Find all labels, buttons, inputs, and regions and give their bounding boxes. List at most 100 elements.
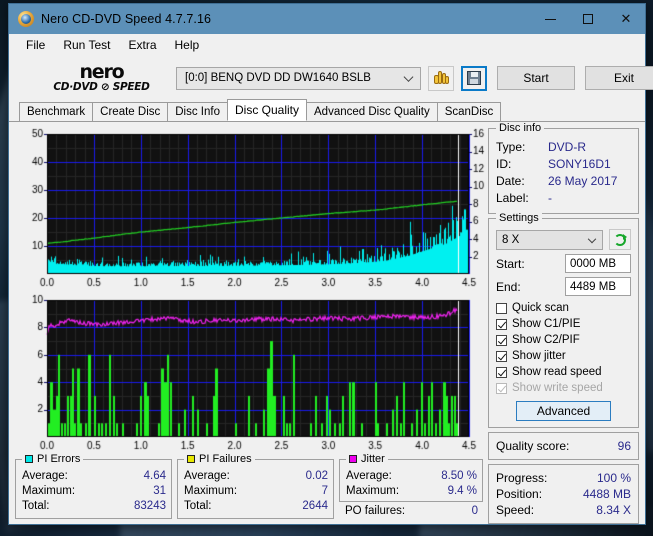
pi-errors-stats: PI Errors Average: 4.64 Maximum: 31 Tota…	[15, 453, 172, 519]
position-row: Position: 4488 MB	[496, 486, 631, 502]
checkbox-show-write-speed: Show write speed	[496, 380, 631, 396]
checkbox-label: Quick scan	[512, 302, 569, 314]
stat-row: Maximum: 7	[184, 484, 328, 499]
checkbox-show-c2-pif[interactable]: Show C2/PIF	[496, 332, 631, 348]
end-label: End:	[496, 279, 521, 294]
tab-scandisc[interactable]: ScanDisc	[436, 102, 502, 121]
quality-score-label: Quality score:	[496, 439, 570, 453]
stat-value: 7	[321, 485, 328, 497]
pi-errors-color-swatch	[25, 455, 33, 463]
start-row: Start: 0000 MB	[496, 254, 631, 273]
statistics-row: PI Errors Average: 4.64 Maximum: 31 Tota…	[15, 453, 483, 519]
stat-key: Average:	[22, 470, 68, 482]
position-label: Position:	[496, 487, 543, 501]
disc-info-key: Label:	[496, 191, 529, 205]
stat-key: Maximum:	[184, 485, 238, 497]
po-failures-row: PO failures: 0	[339, 504, 483, 519]
refresh-icon	[613, 233, 627, 247]
tab-disc-quality[interactable]: Disc Quality	[227, 99, 308, 121]
jitter-stats: Jitter Average: 8.50 % Maximum: 9.4 %	[339, 453, 483, 502]
quality-score-value: 96	[617, 439, 631, 453]
stat-row: Total: 83243	[22, 499, 166, 514]
checkbox-label: Show read speed	[512, 366, 602, 378]
jitter-color-swatch	[349, 455, 357, 463]
stat-key: Average:	[184, 470, 230, 482]
pi-failures-stats: PI Failures Average: 0.02 Maximum: 7 Tot…	[177, 453, 334, 519]
stat-value: 2644	[302, 500, 328, 512]
pi-failures-jitter-graph[interactable]	[15, 294, 495, 454]
speed-label: Speed:	[496, 503, 535, 517]
checkbox-icon	[496, 382, 507, 394]
checkbox-icon	[496, 334, 507, 346]
nero-logo: nero CD·DVD ⊘ SPEED	[17, 62, 172, 93]
graphs-column: PI Errors Average: 4.64 Maximum: 31 Tota…	[15, 128, 495, 519]
checkbox-show-jitter[interactable]: Show jitter	[496, 348, 631, 364]
pi-errors-legend-label: PI Errors	[37, 453, 81, 465]
refresh-button[interactable]	[609, 229, 631, 250]
tab-strip: Benchmark Create Disc Disc Info Disc Qua…	[9, 99, 645, 122]
maximize-icon[interactable]	[569, 4, 607, 34]
exit-button[interactable]: Exit	[585, 66, 653, 90]
stat-value: 83243	[134, 500, 166, 512]
menu-bar: File Run Test Extra Help	[9, 34, 645, 56]
drive-select[interactable]: [0:0] BENQ DVD DD DW1640 BSLB	[176, 66, 421, 90]
minimize-icon[interactable]	[531, 4, 569, 34]
window-title: Nero CD-DVD Speed 4.7.7.16	[41, 12, 212, 26]
nero-disc-icon	[18, 11, 34, 27]
pi-failures-legend-label: PI Failures	[199, 453, 252, 465]
pi-failures-legend: PI Failures	[184, 453, 255, 465]
menu-item-help[interactable]: Help	[167, 36, 208, 54]
menu-item-file[interactable]: File	[18, 36, 53, 54]
checkbox-icon	[496, 350, 507, 362]
menu-item-extra[interactable]: Extra	[120, 36, 164, 54]
checkbox-show-c1-pie[interactable]: Show C1/PIE	[496, 316, 631, 332]
tab-benchmark[interactable]: Benchmark	[19, 102, 94, 121]
stat-value: 0.02	[305, 470, 328, 482]
speed-row: Speed: 8.34 X	[496, 502, 631, 518]
stat-key: Total:	[184, 500, 212, 512]
eject-hand-button[interactable]	[428, 65, 454, 91]
checkbox-label: Show C1/PIE	[512, 318, 581, 330]
save-button[interactable]	[461, 65, 487, 91]
advanced-button[interactable]: Advanced	[516, 401, 611, 421]
stat-row: Average: 8.50 %	[346, 469, 477, 484]
speed-select[interactable]: 8 X	[496, 229, 603, 250]
pi-errors-legend: PI Errors	[22, 453, 84, 465]
progress-value: 100 %	[596, 471, 631, 485]
disc-info-row: ID: SONY16D1	[496, 156, 631, 173]
checkbox-icon	[496, 366, 507, 378]
tab-advanced-disc-quality[interactable]: Advanced Disc Quality	[306, 102, 438, 121]
position-value: 4488 MB	[582, 487, 631, 501]
disc-info-row: Date: 26 May 2017	[496, 173, 631, 190]
tab-create-disc[interactable]: Create Disc	[92, 102, 169, 121]
settings-legend: Settings	[496, 212, 542, 224]
checkbox-label: Show C2/PIF	[512, 334, 580, 346]
quality-score-box: Quality score: 96	[488, 432, 639, 460]
chevron-down-icon	[587, 234, 597, 243]
checkbox-show-read-speed[interactable]: Show read speed	[496, 364, 631, 380]
jitter-legend-label: Jitter	[361, 453, 385, 465]
start-input[interactable]: 0000 MB	[565, 254, 631, 273]
stat-value: 9.4 %	[447, 485, 477, 497]
drive-select-value: [0:0] BENQ DVD DD DW1640 BSLB	[185, 72, 371, 84]
checkbox-label: Show write speed	[512, 382, 603, 394]
tab-disc-info[interactable]: Disc Info	[167, 102, 228, 121]
tab-content: PI Errors Average: 4.64 Maximum: 31 Tota…	[9, 122, 645, 524]
checkbox-label: Show jitter	[512, 350, 566, 362]
quality-score-row: Quality score: 96	[496, 438, 631, 454]
progress-row: Progress: 100 %	[496, 470, 631, 486]
stat-key: Maximum:	[346, 485, 400, 497]
menu-item-run-test[interactable]: Run Test	[55, 36, 118, 54]
start-button[interactable]: Start	[497, 66, 575, 90]
end-input[interactable]: 4489 MB	[565, 277, 631, 296]
close-icon[interactable]: ✕	[607, 4, 645, 34]
stat-key: Maximum:	[22, 485, 76, 497]
toolbar: nero CD·DVD ⊘ SPEED [0:0] BENQ DVD DD DW…	[9, 56, 653, 100]
progress-box: Progress: 100 % Position: 4488 MB Speed:…	[488, 464, 639, 524]
save-floppy-icon	[467, 71, 481, 85]
end-row: End: 4489 MB	[496, 277, 631, 296]
disc-info-value: -	[548, 191, 552, 205]
checkbox-quick-scan[interactable]: Quick scan	[496, 300, 631, 316]
app-window: Nero CD-DVD Speed 4.7.7.16 ✕ File Run Te…	[8, 3, 653, 525]
pi-errors-graph[interactable]	[15, 128, 495, 291]
